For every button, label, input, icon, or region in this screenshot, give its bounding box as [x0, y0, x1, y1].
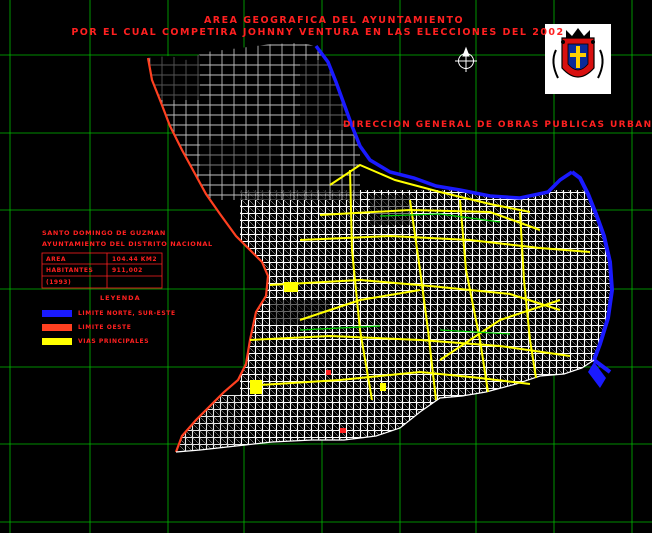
legend-label-main-roads: VIAS PRINCIPALES — [78, 338, 150, 345]
map-title-line2: POR EL CUAL COMPETIRA JOHNNY VENTURA EN … — [71, 27, 565, 38]
north-arrow-icon — [455, 46, 477, 72]
legend-swatch-north-southeast — [42, 310, 72, 317]
department-label: DIRECCION GENERAL DE OBRAS PUBLICAS URBA… — [343, 120, 652, 130]
legend-label-north-southeast: LIMITE NORTE, SUR-ESTE — [78, 310, 176, 317]
info-row-value: 104.44 KM2 — [112, 256, 158, 263]
legend-swatch-main-roads — [42, 338, 72, 345]
info-row-label: (1993) — [46, 279, 72, 286]
info-row-label: AREA — [46, 256, 67, 263]
info-row-label: HABITANTES — [46, 267, 94, 274]
legend-title: LEYENDA — [100, 294, 141, 302]
info-row-value: 911,002 — [112, 267, 143, 274]
info-box-title-line1: SANTO DOMINGO DE GUZMAN — [42, 229, 166, 237]
map-canvas — [0, 0, 652, 533]
legend-label-west: LIMITE OESTE — [78, 324, 132, 331]
map-title-line1: AREA GEOGRAFICA DEL AYUNTAMIENTO — [203, 15, 465, 26]
legend-swatch-west — [42, 324, 72, 331]
info-box-title-line2: AYUNTAMIENTO DEL DISTRITO NACIONAL — [42, 240, 213, 248]
